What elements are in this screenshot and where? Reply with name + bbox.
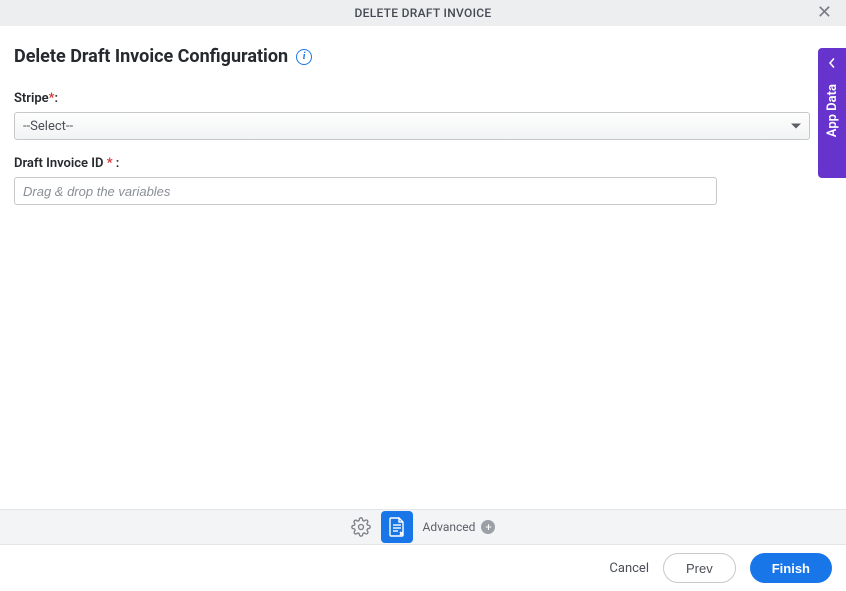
plus-circle-icon: +	[481, 520, 495, 534]
chevron-down-icon	[791, 124, 801, 129]
advanced-label: Advanced	[423, 520, 476, 534]
cancel-button[interactable]: Cancel	[609, 561, 649, 576]
page-title-row: Delete Draft Invoice Configuration i	[14, 46, 832, 67]
gear-icon[interactable]	[351, 517, 371, 537]
stripe-select[interactable]: --Select--	[14, 112, 810, 140]
draft-invoice-id-field: Draft Invoice ID * :	[14, 156, 832, 205]
info-icon[interactable]: i	[296, 49, 312, 65]
stripe-label: Stripe*:	[14, 91, 832, 106]
main-content: Delete Draft Invoice Configuration i Str…	[0, 26, 846, 205]
draft-invoice-id-label: Draft Invoice ID * :	[14, 156, 832, 171]
stripe-select-value: --Select--	[23, 119, 73, 134]
footer: Cancel Prev Finish	[0, 545, 846, 591]
chevron-left-icon	[827, 56, 837, 72]
required-asterisk: *	[49, 91, 55, 106]
required-asterisk: *	[107, 156, 113, 171]
document-icon[interactable]	[381, 511, 413, 543]
dialog-title: DELETE DRAFT INVOICE	[354, 6, 491, 20]
stripe-select-wrapper: --Select-- +	[14, 112, 832, 140]
page-title: Delete Draft Invoice Configuration	[14, 46, 288, 67]
stripe-field: Stripe*: --Select-- +	[14, 91, 832, 140]
advanced-button[interactable]: Advanced +	[423, 520, 496, 534]
draft-invoice-id-input[interactable]	[14, 177, 717, 205]
app-data-label: App Data	[825, 84, 840, 137]
close-icon[interactable]: ✕	[817, 4, 832, 22]
prev-button[interactable]: Prev	[663, 553, 736, 583]
finish-button[interactable]: Finish	[750, 553, 832, 583]
bottom-toolbar: Advanced +	[0, 509, 846, 545]
app-data-tab[interactable]: App Data	[818, 48, 846, 178]
dialog-header: DELETE DRAFT INVOICE ✕	[0, 0, 846, 26]
